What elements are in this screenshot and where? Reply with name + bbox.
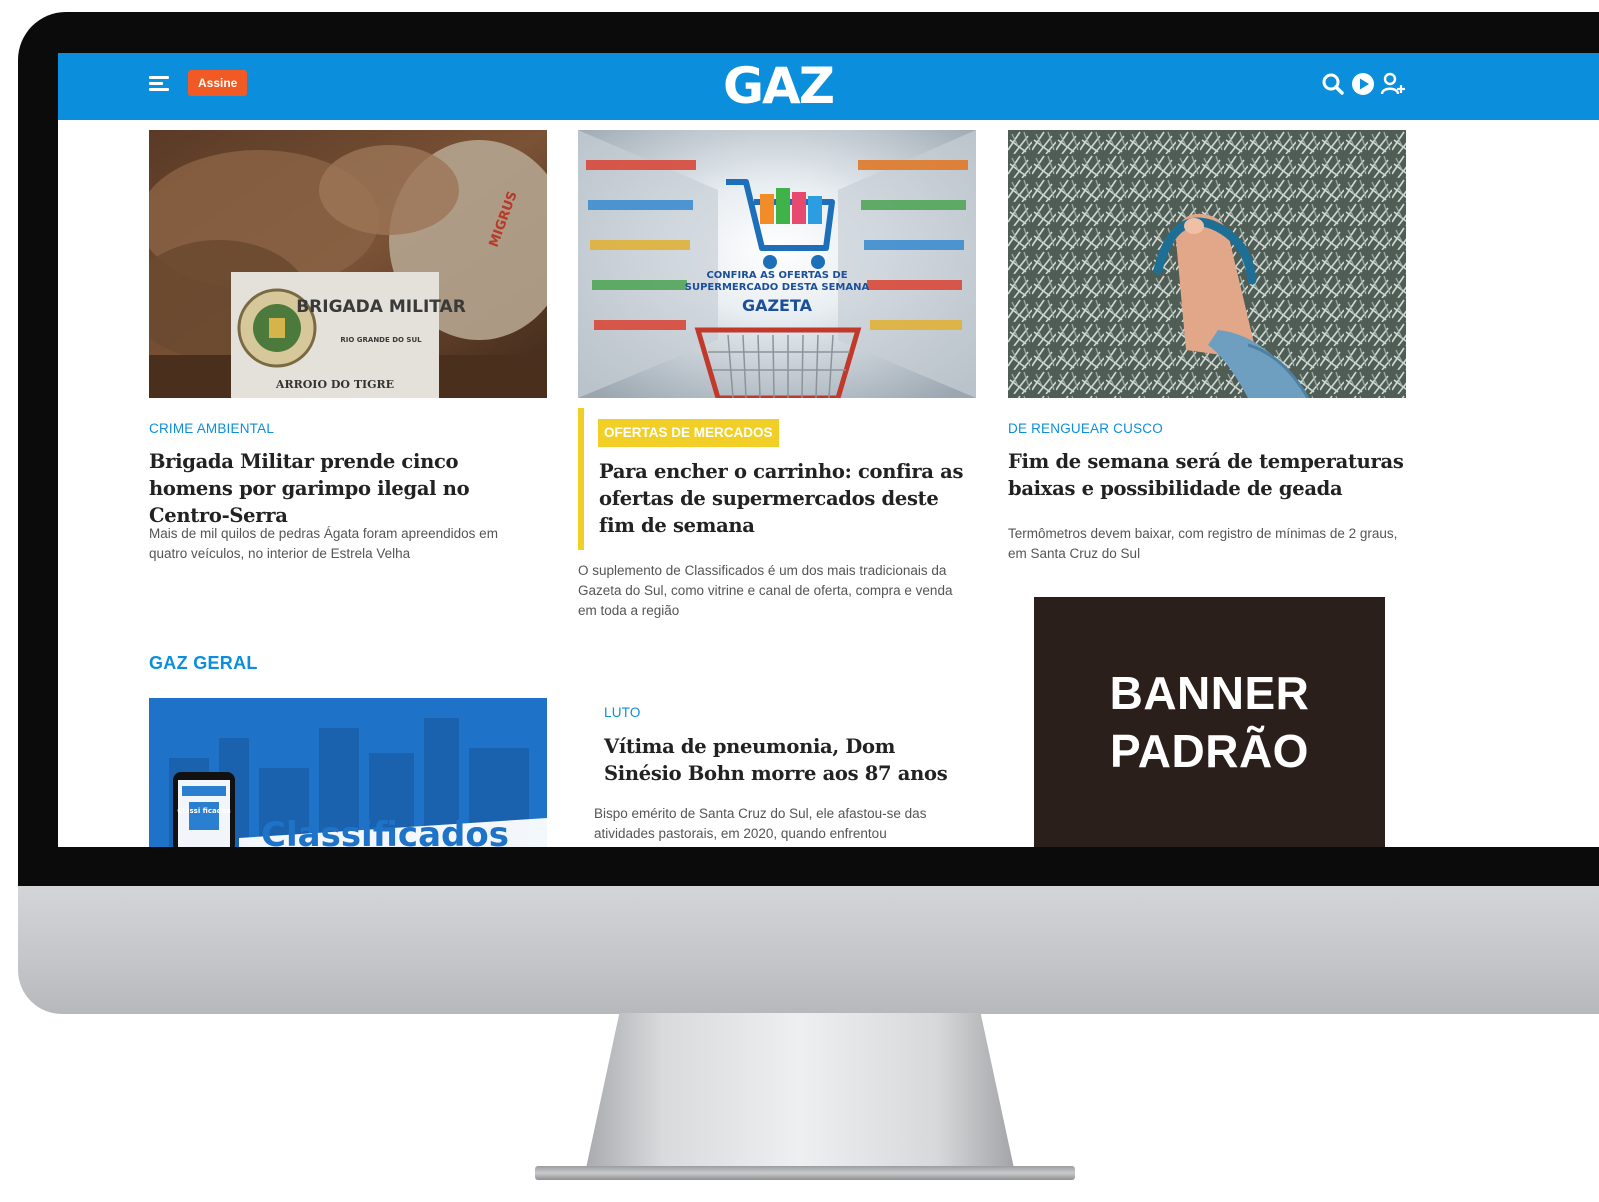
article-summary: Bispo emérito de Santa Cruz do Sul, ele … — [594, 806, 927, 841]
ad-banner[interactable]: BANNER PADRÃO — [1034, 597, 1385, 847]
promo-brand: GAZETA — [742, 296, 813, 315]
article-headline[interactable]: Vítima de pneumonia, Dom Sinésio Bohn mo… — [604, 733, 964, 787]
sign-location: ARROIO DO TIGRE — [275, 378, 394, 391]
section-title[interactable]: GAZ GERAL — [149, 653, 258, 674]
subscribe-button[interactable]: Assine — [188, 70, 248, 96]
article-image-frost-grass[interactable] — [1008, 130, 1406, 398]
banner-line-1: BANNER — [1109, 667, 1310, 719]
article-kicker[interactable]: LUTO — [604, 705, 641, 720]
promo-line-1: CONFIRA AS OFERTAS DE — [706, 270, 847, 281]
user-add-icon[interactable] — [1380, 71, 1406, 97]
promo-line-2: SUPERMERCADO DESTA SEMANA — [685, 282, 870, 293]
article-headline[interactable]: Para encher o carrinho: confira as ofert… — [599, 458, 979, 539]
header-actions — [1320, 71, 1406, 97]
article-image-supermarket[interactable]: CONFIRA AS OFERTAS DE SUPERMERCADO DESTA… — [578, 130, 976, 398]
highlight-bar — [578, 408, 584, 550]
monitor-chin — [18, 886, 1599, 1014]
classificados-text: Classificados — [261, 815, 509, 847]
sign-title: BRIGADA MILITAR — [296, 297, 466, 317]
monitor-stand — [585, 1013, 1015, 1173]
search-icon[interactable] — [1320, 71, 1346, 97]
article-summary: Mais de mil quilos de pedras Ágata foram… — [149, 526, 498, 561]
website-screen: Assine GAZ MIGRUS BRIGADA MILITAR RIO GR… — [58, 53, 1599, 847]
article-kicker-tag[interactable]: OFERTAS DE MERCADOS — [598, 419, 779, 447]
monitor-stand-base — [535, 1166, 1075, 1180]
site-header: Assine GAZ — [58, 53, 1599, 120]
article-summary: Termômetros devem baixar, com registro d… — [1008, 526, 1398, 561]
phone-text: Classi ficados — [177, 807, 230, 815]
banner-line-2: PADRÃO — [1110, 725, 1309, 777]
article-summary: O suplemento de Classificados é um dos m… — [578, 563, 953, 618]
article-image-classificados[interactable]: Classi ficados Classificados — [149, 698, 547, 847]
article-kicker[interactable]: DE RENGUEAR CUSCO — [1008, 421, 1163, 436]
site-logo[interactable]: GAZ — [718, 59, 838, 113]
hamburger-menu-icon[interactable] — [149, 76, 169, 92]
article-image-police-seizure[interactable]: MIGRUS BRIGADA MILITAR RIO GRANDE DO SUL… — [149, 130, 547, 398]
article-headline[interactable]: Brigada Militar prende cinco homens por … — [149, 448, 547, 529]
article-kicker[interactable]: CRIME AMBIENTAL — [149, 421, 274, 436]
play-icon[interactable] — [1350, 71, 1376, 97]
sign-subtitle: RIO GRANDE DO SUL — [340, 336, 422, 344]
article-headline[interactable]: Fim de semana será de temperaturas baixa… — [1008, 448, 1406, 502]
